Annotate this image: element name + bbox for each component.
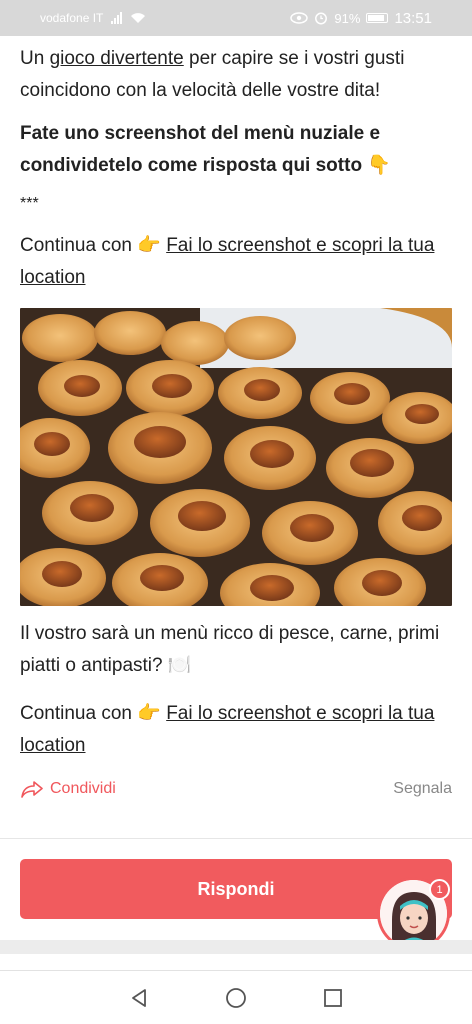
battery-icon <box>366 13 389 23</box>
post-actions: Condividi Segnala <box>20 780 452 798</box>
carrier-name: vodafone IT <box>40 11 104 25</box>
bottom-separator <box>0 940 472 954</box>
instruction-paragraph: Fate uno screenshot del menù nuziale e c… <box>20 123 391 176</box>
alarm-icon <box>315 12 328 25</box>
intro-paragraph: Un gioco divertente per capire se i vost… <box>20 43 452 107</box>
system-nav-bar <box>0 970 472 1024</box>
reply-label: Rispondi <box>197 878 275 899</box>
share-label: Condividi <box>50 780 116 797</box>
back-icon[interactable] <box>128 987 150 1009</box>
status-bar: vodafone IT 91% 13:51 <box>0 0 472 36</box>
continue-paragraph-1: Continua con 👉 Fai lo screenshot e scopr… <box>20 230 452 294</box>
home-icon[interactable] <box>225 987 247 1009</box>
separator-stars: *** <box>20 195 39 212</box>
game-link[interactable]: gioco divertente <box>50 48 184 69</box>
continue-prefix-1: Continua con 👉 <box>20 235 167 256</box>
post-content: Un gioco divertente per capire se i vost… <box>0 36 472 798</box>
report-link[interactable]: Segnala <box>393 780 452 798</box>
battery-percent: 91% <box>334 10 361 26</box>
menu-question-paragraph: Il vostro sarà un menù ricco di pesce, c… <box>20 623 440 676</box>
share-icon <box>21 781 43 798</box>
eye-comfort-icon <box>290 12 309 24</box>
notification-badge: 1 <box>429 879 450 900</box>
continue-paragraph-2: Continua con 👉 Fai lo screenshot e scopr… <box>20 698 452 762</box>
continue-prefix-2: Continua con 👉 <box>20 703 167 724</box>
share-button[interactable]: Condividi <box>20 780 116 798</box>
divider <box>0 838 472 839</box>
signal-icon <box>111 12 123 24</box>
food-photo <box>20 308 452 606</box>
clock: 13:51 <box>394 9 432 27</box>
recents-icon[interactable] <box>322 987 344 1009</box>
intro-text-a: Un <box>20 48 50 69</box>
wifi-icon <box>131 13 146 23</box>
